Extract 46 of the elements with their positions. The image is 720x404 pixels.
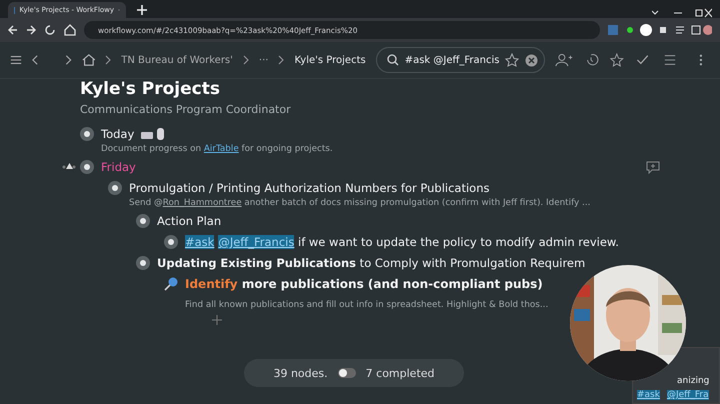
item-text[interactable]: Promulgation / Printing Authorization Numbers for Publications bbox=[129, 179, 490, 197]
home-icon[interactable] bbox=[64, 24, 76, 36]
breadcrumb-link[interactable]: TN Bureau of Workers' bbox=[121, 54, 233, 66]
completed-toggle[interactable] bbox=[338, 368, 356, 378]
back-forward-icon[interactable] bbox=[32, 54, 72, 66]
search-icon bbox=[386, 54, 399, 66]
bullet-icon[interactable] bbox=[136, 256, 150, 270]
breadcrumb-link[interactable]: Kyle's Projects bbox=[294, 54, 366, 66]
clear-icon[interactable] bbox=[525, 54, 538, 66]
card-text: anizing bbox=[677, 376, 710, 386]
star-icon[interactable] bbox=[505, 53, 520, 67]
bullet-icon[interactable] bbox=[164, 235, 178, 249]
item-text[interactable]: Identify more publications (and non-compliant pubs) bbox=[185, 275, 543, 293]
node-count: 39 nodes. bbox=[273, 366, 328, 380]
tag-link[interactable]: @Jeff_Fra bbox=[666, 390, 709, 400]
pin-icon bbox=[164, 277, 178, 291]
item-note: Send @Ron_Hammontree another batch of docs missing promulgation (confirm with Jeff first). Identify ... bbox=[128, 197, 592, 209]
item-text[interactable]: Friday bbox=[101, 158, 136, 176]
item-text[interactable]: Today bbox=[101, 125, 134, 143]
item-text[interactable]: Updating Existing Publications to Comply with Promulgation Requirem bbox=[157, 254, 586, 272]
menu-icon[interactable] bbox=[10, 54, 22, 66]
search-field[interactable]: #ask @Jeff_Francis bbox=[376, 47, 546, 73]
breadcrumb-link[interactable]: ··· bbox=[258, 54, 268, 66]
chevron-icon bbox=[242, 55, 249, 65]
bullet-icon[interactable] bbox=[80, 127, 94, 141]
item-note: Document progress on AirTable for ongoing projects. bbox=[100, 143, 334, 155]
item-text[interactable]: Action Plan bbox=[157, 212, 222, 230]
add-item-icon[interactable] bbox=[212, 315, 222, 325]
window-controls-icon[interactable] bbox=[652, 8, 712, 18]
bullet-icon[interactable] bbox=[108, 181, 122, 195]
page-description: Communications Program Coordinator bbox=[80, 103, 292, 116]
bullet-icon[interactable] bbox=[80, 160, 94, 174]
bullet-icon[interactable] bbox=[136, 214, 150, 228]
new-tab-icon[interactable] bbox=[136, 4, 148, 16]
extension-icon[interactable] bbox=[608, 24, 712, 36]
tag-link[interactable]: #ask bbox=[637, 390, 660, 400]
chevron-icon bbox=[278, 55, 284, 65]
navigation-icon[interactable] bbox=[8, 24, 56, 36]
item-note: Find all known publications and fill out info in spreadsheet. Highlight & Bold thos... bbox=[184, 299, 550, 311]
item-text[interactable]: #ask @Jeff_Francis if we want to update the policy to modify admin review. bbox=[185, 233, 619, 251]
expand-triangle-icon[interactable] bbox=[66, 163, 73, 169]
add-comment-icon[interactable] bbox=[646, 161, 660, 174]
completed-count: 7 completed bbox=[366, 366, 435, 380]
page-title: Kyle's Projects bbox=[80, 79, 221, 99]
home-icon[interactable] bbox=[82, 53, 96, 67]
chevron-icon bbox=[105, 55, 112, 65]
